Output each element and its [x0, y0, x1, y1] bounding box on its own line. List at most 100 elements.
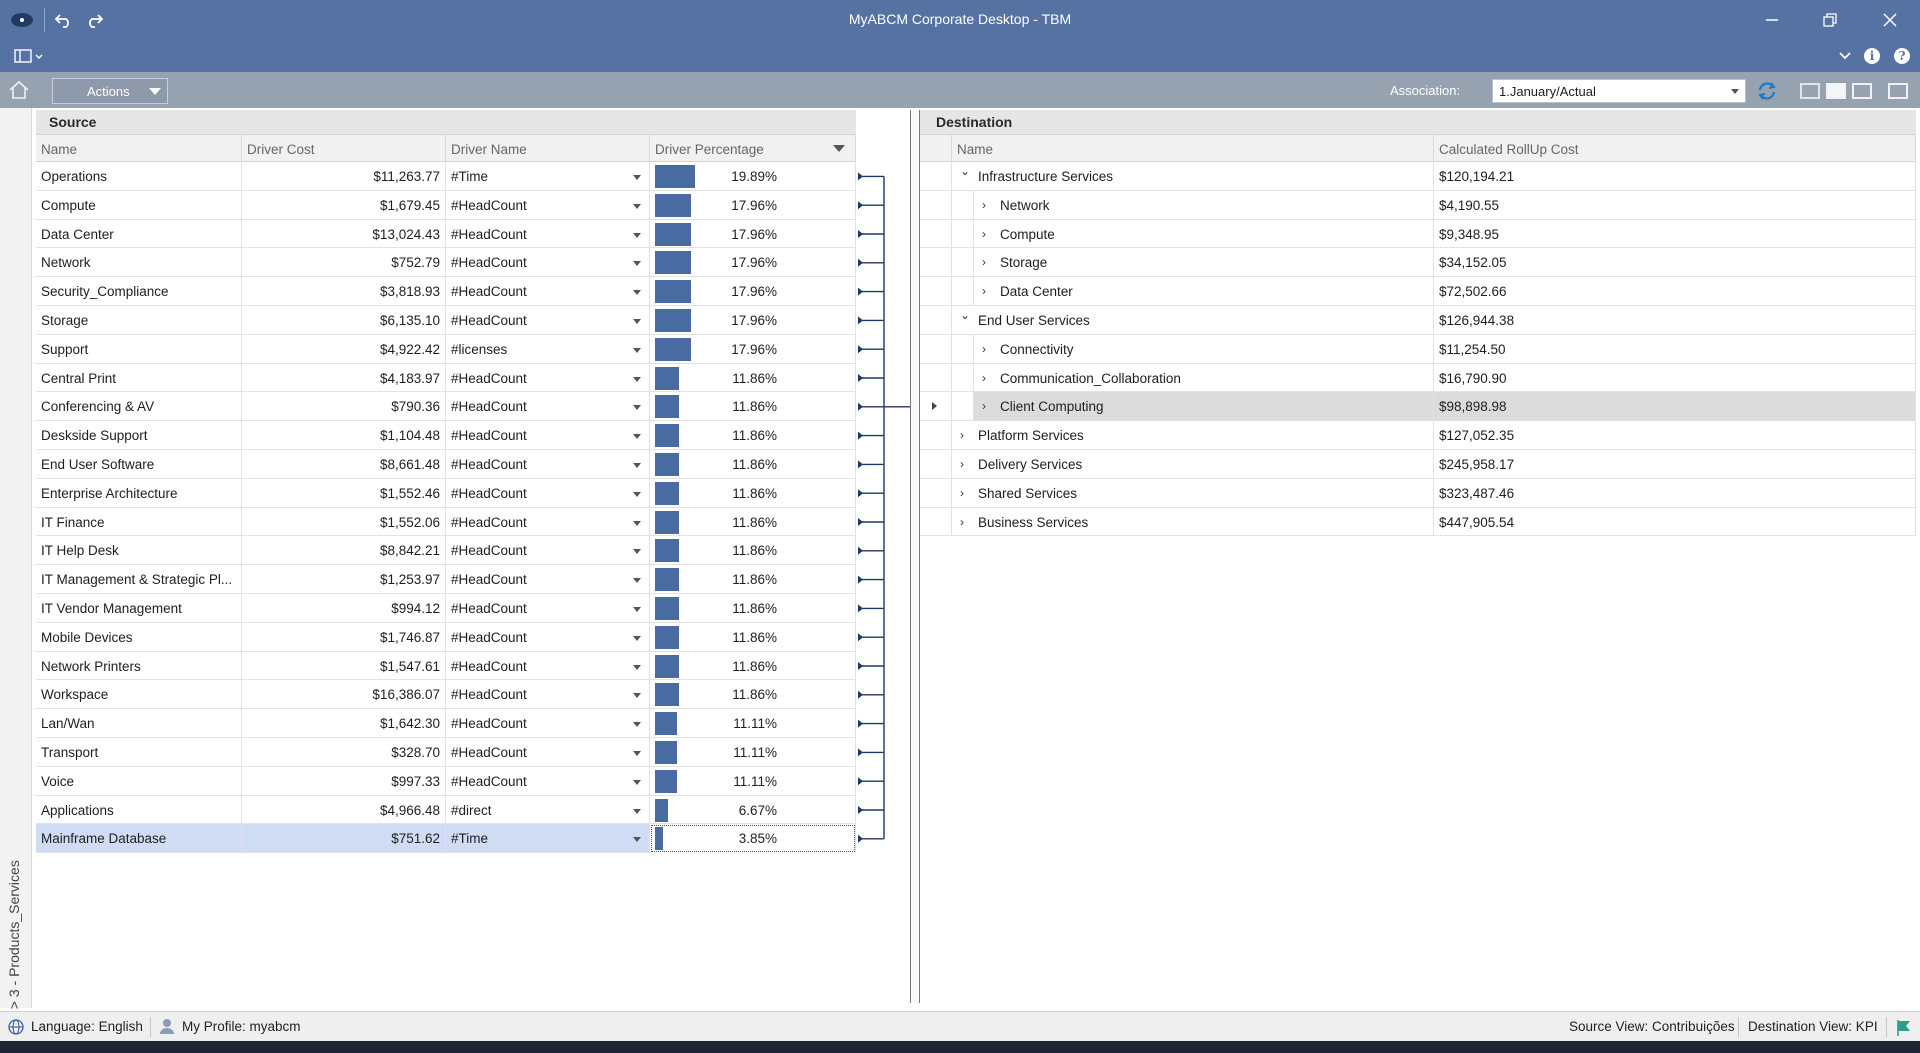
source-view-status[interactable]: Source View: Contribuições [1569, 1019, 1735, 1034]
driver-name-select[interactable]: #HeadCount [446, 449, 650, 479]
driver-cost-cell[interactable]: $328.70 [242, 737, 446, 767]
chevron-right-icon[interactable]: › [960, 429, 970, 441]
chevron-right-icon[interactable]: › [982, 228, 992, 240]
destination-name-cell[interactable]: › Connectivity [974, 334, 1434, 364]
driver-percentage-cell[interactable]: 17.96% [650, 277, 856, 306]
row-indicator[interactable] [920, 219, 952, 249]
driver-name-select[interactable]: #HeadCount [446, 363, 650, 393]
source-row[interactable]: Storage $6,135.10 #HeadCount 17.96% [36, 305, 856, 335]
driver-percentage-cell[interactable]: 11.86% [650, 507, 856, 537]
driver-name-select[interactable]: #HeadCount [446, 593, 650, 623]
driver-cost-cell[interactable]: $1,642.30 [242, 709, 446, 738]
driver-cost-cell[interactable]: $1,746.87 [242, 622, 446, 652]
destination-row[interactable]: › Connectivity $11,254.50 [920, 334, 1916, 364]
row-indicator[interactable] [920, 449, 952, 479]
chevron-right-icon[interactable]: › [982, 343, 992, 355]
destination-row[interactable]: ⌄ End User Services $126,944.38 [920, 305, 1916, 335]
source-name-cell[interactable]: Voice [36, 766, 242, 796]
modules-side-tab[interactable]: Modules > 3 - Products_Services [0, 108, 32, 1053]
destination-name-cell[interactable]: › Delivery Services [952, 449, 1434, 479]
chevron-right-icon[interactable]: › [982, 285, 992, 297]
source-row[interactable]: Support $4,922.42 #licenses 17.96% [36, 334, 856, 364]
driver-cost-cell[interactable]: $751.62 [242, 824, 446, 854]
driver-percentage-cell[interactable]: 11.11% [650, 737, 856, 767]
driver-cost-cell[interactable]: $1,552.46 [242, 478, 446, 508]
row-indicator[interactable] [920, 507, 952, 537]
driver-cost-cell[interactable]: $994.12 [242, 593, 446, 623]
destination-view-status[interactable]: Destination View: KPI [1748, 1019, 1878, 1034]
source-name-cell[interactable]: IT Finance [36, 507, 242, 537]
source-row[interactable]: Deskside Support $1,104.48 #HeadCount 11.86… [36, 421, 856, 450]
destination-row[interactable]: › Platform Services $127,052.35 [920, 421, 1916, 450]
chevron-down-icon[interactable] [633, 549, 641, 555]
chevron-down-icon[interactable] [633, 434, 641, 440]
source-name-cell[interactable]: Support [36, 334, 242, 364]
chevron-down-icon[interactable] [633, 779, 641, 785]
driver-name-select[interactable]: #HeadCount [446, 651, 650, 681]
chevron-down-icon[interactable] [633, 693, 641, 699]
source-name-cell[interactable]: Workspace [36, 680, 242, 710]
destination-row[interactable]: › Shared Services $323,487.46 [920, 478, 1916, 508]
source-row[interactable]: IT Vendor Management $994.12 #HeadCount 11.… [36, 593, 856, 623]
source-name-cell[interactable]: Network Printers [36, 651, 242, 681]
chevron-down-icon[interactable]: ⌄ [960, 309, 970, 321]
rollup-cost-cell[interactable]: $126,944.38 [1434, 305, 1916, 335]
source-name-cell[interactable]: Network [36, 248, 242, 278]
driver-percentage-cell[interactable]: 11.86% [650, 536, 856, 566]
row-indicator[interactable] [920, 478, 952, 508]
row-indicator[interactable] [920, 421, 952, 450]
chevron-down-icon[interactable] [633, 462, 641, 468]
source-name-cell[interactable]: Central Print [36, 363, 242, 393]
driver-name-select[interactable]: #direct [446, 795, 650, 825]
grid-view-icon[interactable] [1888, 83, 1908, 99]
chevron-right-icon[interactable]: › [960, 487, 970, 499]
home-icon[interactable] [8, 80, 30, 100]
driver-cost-cell[interactable]: $6,135.10 [242, 305, 446, 335]
source-row[interactable]: IT Help Desk $8,842.21 #HeadCount 11.86% [36, 536, 856, 566]
source-row[interactable]: End User Software $8,661.48 #HeadCount 11.8… [36, 449, 856, 479]
driver-name-select[interactable]: #HeadCount [446, 507, 650, 537]
driver-cost-cell[interactable]: $4,183.97 [242, 363, 446, 393]
driver-percentage-cell[interactable]: 17.96% [650, 248, 856, 278]
source-row[interactable]: IT Finance $1,552.06 #HeadCount 11.86% [36, 507, 856, 537]
chevron-down-icon[interactable] [633, 578, 641, 584]
driver-cost-cell[interactable]: $16,386.07 [242, 680, 446, 710]
chevron-right-icon[interactable]: › [960, 516, 970, 528]
driver-cost-cell[interactable]: $1,679.45 [242, 190, 446, 220]
driver-cost-cell[interactable]: $1,547.61 [242, 651, 446, 681]
driver-cost-cell[interactable]: $790.36 [242, 392, 446, 422]
source-name-cell[interactable]: Deskside Support [36, 421, 242, 450]
driver-cost-cell[interactable]: $11,263.77 [242, 162, 446, 191]
driver-percentage-cell[interactable]: 3.85% [650, 824, 856, 854]
rollup-cost-cell[interactable]: $11,254.50 [1434, 334, 1916, 364]
source-name-cell[interactable]: Applications [36, 795, 242, 825]
destination-name-cell[interactable]: › Storage [974, 248, 1434, 278]
chevron-down-icon[interactable] [633, 261, 641, 267]
chevron-down-icon[interactable] [633, 722, 641, 728]
rollup-cost-cell[interactable]: $16,790.90 [1434, 363, 1916, 393]
close-icon[interactable] [1868, 6, 1912, 34]
destination-row[interactable]: › Business Services $447,905.54 [920, 507, 1916, 537]
destination-name-cell[interactable]: › Business Services [952, 507, 1434, 537]
driver-percentage-cell[interactable]: 11.86% [650, 363, 856, 393]
rollup-cost-cell[interactable]: $4,190.55 [1434, 190, 1916, 220]
column-header-driver-cost[interactable]: Driver Cost [242, 135, 446, 163]
chevron-right-icon[interactable]: › [982, 372, 992, 384]
column-header-driver-name[interactable]: Driver Name [446, 135, 650, 163]
column-header-driver-percentage[interactable]: Driver Percentage [650, 135, 856, 163]
driver-cost-cell[interactable]: $8,842.21 [242, 536, 446, 566]
driver-percentage-cell[interactable]: 11.86% [650, 565, 856, 594]
chevron-down-icon[interactable] [633, 837, 641, 843]
driver-percentage-cell[interactable]: 19.89% [650, 162, 856, 191]
chevron-right-icon[interactable]: › [960, 458, 970, 470]
driver-name-select[interactable]: #HeadCount [446, 622, 650, 652]
source-row[interactable]: Voice $997.33 #HeadCount 11.11% [36, 766, 856, 796]
chevron-down-icon[interactable] [633, 405, 641, 411]
source-row[interactable]: Security_Compliance $3,818.93 #HeadCount 17… [36, 277, 856, 306]
destination-row[interactable]: › Communication_Collaboration $16,790.90 [920, 363, 1916, 393]
row-indicator[interactable] [920, 162, 952, 191]
column-header-name[interactable]: Name [36, 135, 242, 163]
association-select[interactable]: 1.January/Actual [1492, 79, 1746, 103]
source-row[interactable]: Operations $11,263.77 #Time 19.89% [36, 162, 856, 191]
driver-cost-cell[interactable]: $1,104.48 [242, 421, 446, 450]
